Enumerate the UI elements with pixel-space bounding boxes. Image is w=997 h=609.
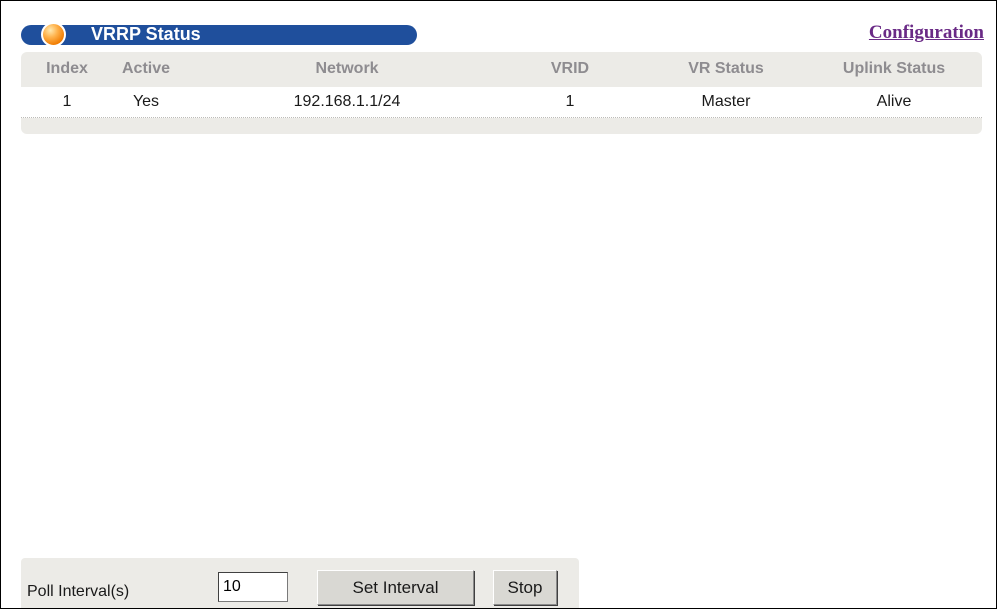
cell-uplink-status: Alive xyxy=(876,93,912,110)
poll-interval-input[interactable] xyxy=(218,572,288,602)
cell-active: Yes xyxy=(132,93,160,110)
poll-interval-label: Poll Interval(s) xyxy=(27,583,130,600)
page-title: VRRP Status xyxy=(91,24,201,44)
column-header-index: Index xyxy=(46,60,88,77)
table-row: 1 Yes 192.168.1.1/24 1 Master Alive xyxy=(21,87,982,118)
column-header-active: Active xyxy=(121,60,171,77)
page-frame: VRRP Status Configuration Index Active N… xyxy=(0,0,997,609)
cell-index: 1 xyxy=(62,93,72,110)
poll-controls: Poll Interval(s) Set Interval Stop xyxy=(21,558,579,608)
stop-button[interactable]: Stop xyxy=(493,570,557,605)
title-bar xyxy=(21,25,417,45)
status-orb-icon xyxy=(41,22,66,47)
cell-vrid: 1 xyxy=(565,93,575,110)
column-header-vr-status: VR Status xyxy=(688,60,764,77)
set-interval-button[interactable]: Set Interval xyxy=(317,570,474,605)
column-header-network: Network xyxy=(315,60,379,77)
configuration-link[interactable]: Configuration xyxy=(869,22,984,44)
vrrp-status-table: Index Active Network VRID VR Status Upli… xyxy=(21,52,982,134)
cell-vr-status: Master xyxy=(701,93,751,110)
cell-network: 192.168.1.1/24 xyxy=(293,93,401,110)
column-header-uplink-status: Uplink Status xyxy=(842,60,946,77)
column-header-vrid: VRID xyxy=(550,60,590,77)
